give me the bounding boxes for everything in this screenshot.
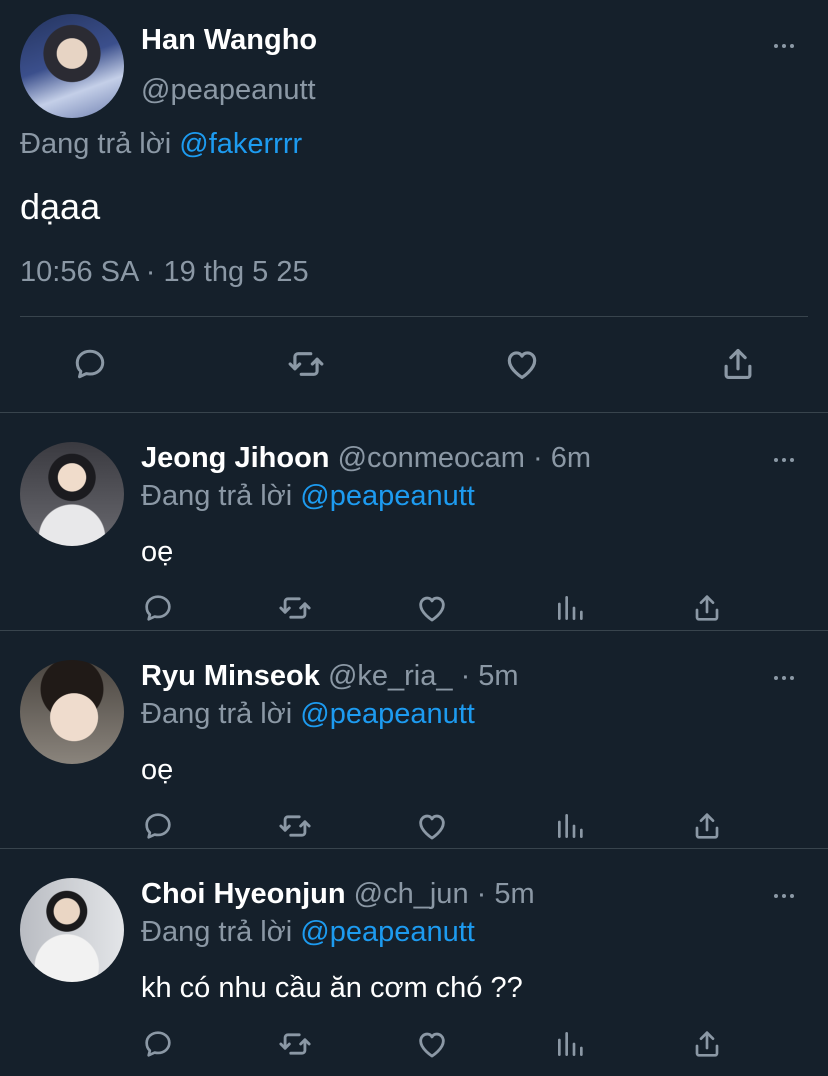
replying-prefix: Đang trả lời xyxy=(20,128,172,160)
heart-icon xyxy=(419,1032,445,1058)
heart-icon xyxy=(419,596,445,622)
more-icon[interactable] xyxy=(774,676,794,680)
reply-button[interactable] xyxy=(68,342,112,386)
author-handle[interactable]: @ke_ria_ xyxy=(328,660,453,692)
replying-prefix: Đang trả lời xyxy=(141,916,293,948)
avatar[interactable] xyxy=(20,14,124,118)
more-icon[interactable] xyxy=(774,44,794,48)
replying-prefix: Đang trả lời xyxy=(141,698,293,730)
tweet-text: oẹ xyxy=(141,754,174,786)
views-button[interactable] xyxy=(548,586,592,630)
like-button[interactable] xyxy=(500,342,544,386)
divider xyxy=(0,848,828,849)
views-icon xyxy=(558,1032,583,1056)
retweet-icon xyxy=(288,352,324,376)
reply-icon xyxy=(145,813,171,839)
replying-to: Đang trả lời @peapeanutt xyxy=(141,916,475,949)
replying-prefix: Đang trả lời xyxy=(141,480,293,512)
share-button[interactable] xyxy=(685,1022,729,1066)
views-icon xyxy=(558,596,583,620)
reply-icon xyxy=(145,1031,171,1057)
retweet-button[interactable] xyxy=(273,1022,317,1066)
replying-to: Đang trả lời @fakerrrr xyxy=(20,128,302,161)
divider xyxy=(0,412,828,413)
author-name[interactable]: Jeong Jihoon xyxy=(141,442,330,474)
reply-button[interactable] xyxy=(136,804,180,848)
views-button[interactable] xyxy=(548,1022,592,1066)
author-handle[interactable]: @conmeocam xyxy=(338,442,525,474)
views-icon xyxy=(558,814,583,838)
retweet-button[interactable] xyxy=(284,342,328,386)
retweet-icon xyxy=(279,815,311,837)
replying-to: Đang trả lời @peapeanutt xyxy=(141,698,475,731)
reply-icon xyxy=(145,595,171,621)
retweet-button[interactable] xyxy=(273,804,317,848)
share-icon xyxy=(695,595,719,621)
share-button[interactable] xyxy=(685,586,729,630)
avatar[interactable] xyxy=(20,442,124,546)
author-name[interactable]: Choi Hyeonjun xyxy=(141,878,346,910)
author-name[interactable]: Han Wangho xyxy=(141,24,317,57)
share-button[interactable] xyxy=(716,342,760,386)
replying-to-link[interactable]: @fakerrrr xyxy=(179,128,302,160)
tweet-text: dạaa xyxy=(20,186,101,227)
reply-icon xyxy=(75,349,105,379)
divider xyxy=(20,316,808,317)
replying-to: Đang trả lời @peapeanutt xyxy=(141,480,475,513)
replying-to-link[interactable]: @peapeanutt xyxy=(300,480,475,512)
heart-icon xyxy=(419,814,445,840)
reply-time[interactable]: · 5m xyxy=(477,878,535,910)
reply-time[interactable]: · 6m xyxy=(533,442,591,474)
share-icon xyxy=(695,813,719,839)
retweet-icon xyxy=(279,597,311,619)
reply-button[interactable] xyxy=(136,1022,180,1066)
author-handle[interactable]: @ch_jun xyxy=(354,878,469,910)
more-icon[interactable] xyxy=(774,458,794,462)
replying-to-link[interactable]: @peapeanutt xyxy=(300,916,475,948)
like-button[interactable] xyxy=(410,804,454,848)
heart-icon xyxy=(507,351,537,380)
avatar[interactable] xyxy=(20,660,124,764)
author-handle[interactable]: @peapeanutt xyxy=(141,74,316,107)
replying-to-link[interactable]: @peapeanutt xyxy=(300,698,475,730)
author-name[interactable]: Ryu Minseok xyxy=(141,660,320,692)
like-button[interactable] xyxy=(410,1022,454,1066)
more-icon[interactable] xyxy=(774,894,794,898)
share-icon xyxy=(724,348,752,380)
like-button[interactable] xyxy=(410,586,454,630)
share-button[interactable] xyxy=(685,804,729,848)
reply-time[interactable]: · 5m xyxy=(461,660,519,692)
share-icon xyxy=(695,1031,719,1057)
tweet-text: kh có nhu cầu ăn cơm chó ?? xyxy=(141,972,523,1004)
reply-header: Choi Hyeonjun @ch_jun · 5m xyxy=(141,878,535,911)
divider xyxy=(0,630,828,631)
retweet-icon xyxy=(279,1033,311,1055)
retweet-button[interactable] xyxy=(273,586,317,630)
tweet-timestamp[interactable]: 10:56 SA · 19 thg 5 25 xyxy=(20,256,309,289)
reply-header: Jeong Jihoon @conmeocam · 6m xyxy=(141,442,591,475)
avatar[interactable] xyxy=(20,878,124,982)
reply-button[interactable] xyxy=(136,586,180,630)
reply-header: Ryu Minseok @ke_ria_ · 5m xyxy=(141,660,519,693)
views-button[interactable] xyxy=(548,804,592,848)
tweet-text: oẹ xyxy=(141,536,174,568)
